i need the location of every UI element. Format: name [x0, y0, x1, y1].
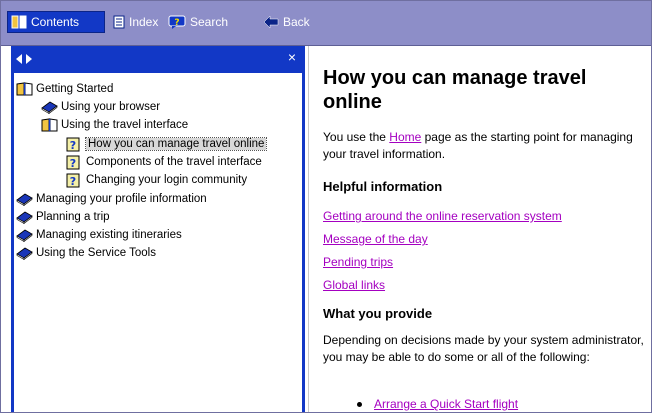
tree-item-label: Getting Started — [36, 83, 114, 95]
quick-start-flight-link[interactable]: Arrange a Quick Start flight — [374, 397, 518, 411]
contents-tab-button[interactable]: Contents — [7, 11, 105, 33]
provide-paragraph: Depending on decisions made by your syst… — [323, 333, 644, 364]
index-tab-button[interactable]: Index — [113, 11, 158, 33]
intro-text-before: You use the — [323, 130, 390, 144]
back-arrow-icon — [263, 15, 279, 29]
close-icon[interactable]: × — [288, 50, 296, 64]
tree-item[interactable]: ? Components of the travel interface — [66, 153, 262, 171]
tree-item-label: Managing your profile information — [36, 193, 207, 205]
tree-item[interactable]: Using the Service Tools — [16, 244, 156, 262]
search-help-icon: ? — [168, 15, 186, 29]
help-window: Contents Index ? Search Back × Getting S… — [0, 0, 652, 413]
search-label: Search — [190, 15, 229, 29]
next-arrow-icon[interactable] — [26, 54, 32, 64]
closed-book-icon — [16, 228, 33, 242]
tree-item[interactable]: ? How you can manage travel online — [66, 135, 268, 153]
index-list-icon — [113, 15, 125, 29]
closed-book-icon — [16, 192, 33, 206]
contents-book-icon — [11, 15, 27, 29]
svg-text:?: ? — [70, 175, 76, 188]
tree-item-label: Planning a trip — [36, 211, 110, 223]
tree-item[interactable]: ? Changing your login community — [66, 171, 247, 189]
tree-item[interactable]: Managing existing itineraries — [16, 226, 182, 244]
tree-item-label: Managing existing itineraries — [36, 229, 182, 241]
help-page-icon: ? — [66, 173, 83, 188]
tree-item-label: Using the Service Tools — [36, 247, 156, 259]
search-tab-button[interactable]: ? Search — [168, 11, 228, 33]
helpful-link[interactable]: Getting around the online reservation sy… — [323, 209, 562, 223]
tree-item-label: Using the travel interface — [61, 119, 189, 131]
tree-item[interactable]: Using your browser — [41, 98, 160, 116]
home-link[interactable]: Home — [389, 130, 421, 144]
help-toolbar: Contents Index ? Search Back — [1, 1, 651, 46]
back-label: Back — [283, 15, 310, 29]
previous-arrow-icon[interactable] — [16, 54, 22, 64]
tree-item-label: Changing your login community — [86, 174, 248, 186]
closed-book-icon — [41, 100, 58, 114]
page-title: How you can manage travel online — [323, 67, 587, 113]
closed-book-icon — [16, 246, 33, 260]
helpful-link[interactable]: Global links — [323, 278, 385, 292]
tree-item-label: Using your browser — [61, 101, 161, 113]
tree-item[interactable]: Using the travel interface — [41, 116, 188, 134]
open-book-icon — [16, 82, 33, 96]
helpful-link[interactable]: Message of the day — [323, 232, 428, 246]
tree-item[interactable]: Getting Started — [16, 80, 113, 98]
help-page-icon: ? — [66, 155, 83, 170]
back-button[interactable]: Back — [263, 11, 310, 33]
tree-item[interactable]: Planning a trip — [16, 208, 110, 226]
open-book-icon — [41, 118, 58, 132]
helpful-information-heading: Helpful information — [323, 179, 443, 194]
intro-paragraph: You use the Home page as the starting po… — [323, 129, 643, 163]
helpful-link[interactable]: Pending trips — [323, 255, 393, 269]
bullet-dot — [357, 401, 362, 407]
contents-pane-header: × — [14, 46, 302, 73]
topic-pane: How you can manage travel online You use… — [308, 46, 651, 412]
svg-text:?: ? — [174, 18, 179, 28]
contents-label: Contents — [31, 15, 80, 29]
closed-book-icon — [16, 210, 33, 224]
help-page-icon: ? — [66, 137, 83, 152]
svg-text:?: ? — [70, 139, 76, 152]
what-you-provide-heading: What you provide — [323, 306, 433, 321]
svg-text:?: ? — [70, 157, 76, 170]
tree-item-label: How you can manage travel online — [84, 137, 268, 151]
tree-item[interactable]: Managing your profile information — [16, 190, 207, 208]
tree-item-label: Components of the travel interface — [86, 156, 262, 168]
index-label: Index — [129, 15, 159, 29]
bullet-item: Arrange a Quick Start flight — [357, 397, 518, 411]
contents-pane: × Getting Started Using your browser Using… — [11, 46, 305, 412]
